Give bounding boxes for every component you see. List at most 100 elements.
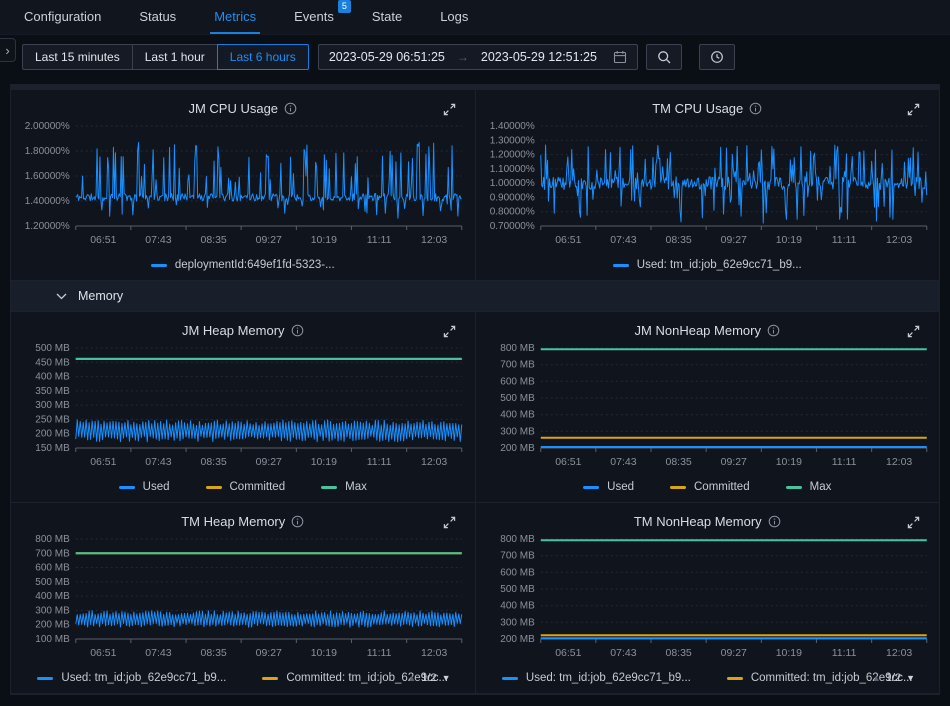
date-end-value: 2023-05-29 12:51:25 [481, 50, 597, 64]
svg-text:400 MB: 400 MB [35, 591, 70, 602]
chart-plot: 800 MB700 MB600 MB500 MB400 MB300 MB200 … [11, 531, 475, 665]
legend-item[interactable]: Max [321, 481, 367, 493]
svg-text:1.30000%: 1.30000% [489, 135, 534, 146]
svg-text:400 MB: 400 MB [500, 601, 535, 612]
svg-text:200 MB: 200 MB [500, 634, 535, 645]
svg-text:08:35: 08:35 [665, 234, 691, 246]
expand-chart-icon[interactable] [907, 516, 920, 529]
search-icon [657, 50, 671, 64]
svg-text:1.00000%: 1.00000% [489, 178, 534, 189]
legend-item[interactable]: deploymentId:649ef1fd-5323-... [151, 259, 335, 271]
events-count-badge: 5 [338, 0, 351, 13]
expand-chart-icon[interactable] [907, 325, 920, 338]
legend-marker-icon [502, 677, 518, 680]
svg-text:09:27: 09:27 [256, 647, 282, 659]
svg-text:08:35: 08:35 [201, 647, 227, 659]
range-button-last-1-hour[interactable]: Last 1 hour [132, 44, 218, 70]
memory-section-header[interactable]: Memory [11, 281, 939, 311]
tab-configuration[interactable]: Configuration [20, 0, 105, 34]
svg-text:06:51: 06:51 [90, 456, 116, 468]
svg-text:09:27: 09:27 [256, 234, 282, 246]
pager-down-icon[interactable]: ▼ [442, 673, 451, 683]
svg-text:1.80000%: 1.80000% [25, 146, 70, 157]
expand-chart-icon[interactable] [443, 325, 456, 338]
svg-text:450 MB: 450 MB [35, 357, 70, 368]
svg-text:200 MB: 200 MB [35, 620, 70, 631]
legend-item[interactable]: Max [786, 481, 832, 493]
svg-text:2.00000%: 2.00000% [25, 121, 70, 132]
legend-item[interactable]: Used [119, 481, 170, 493]
svg-text:07:43: 07:43 [610, 647, 636, 659]
legend-label: Used: tm_id:job_62e9cc71_b9... [526, 672, 691, 684]
range-button-label: Last 15 minutes [35, 50, 120, 64]
refresh-button[interactable] [699, 44, 735, 70]
tab-logs[interactable]: Logs [436, 0, 472, 34]
expand-chart-icon[interactable] [443, 103, 456, 116]
svg-text:300 MB: 300 MB [500, 617, 535, 628]
info-icon[interactable] [768, 515, 781, 528]
range-button-last-15-minutes[interactable]: Last 15 minutes [22, 44, 133, 70]
info-icon[interactable] [749, 102, 762, 115]
chart-title-row: TM Heap Memory [11, 511, 475, 531]
pager-up-icon[interactable]: ▲ [872, 673, 881, 683]
legend-item[interactable]: Committed [206, 481, 286, 493]
legend-label: deploymentId:649ef1fd-5323-... [175, 259, 335, 271]
chart-plot: 800 MB700 MB600 MB500 MB400 MB300 MB200 … [476, 340, 940, 474]
svg-text:12:03: 12:03 [886, 234, 912, 246]
svg-text:700 MB: 700 MB [500, 360, 535, 371]
info-icon[interactable] [291, 324, 304, 337]
tab-label: Metrics [214, 9, 256, 24]
legend-item[interactable]: Committed [670, 481, 750, 493]
chart-plot: 500 MB450 MB400 MB350 MB300 MB250 MB200 … [11, 340, 475, 474]
svg-text:700 MB: 700 MB [500, 551, 535, 562]
svg-text:09:27: 09:27 [720, 234, 746, 246]
info-icon[interactable] [767, 324, 780, 337]
tab-status[interactable]: Status [135, 0, 180, 34]
info-icon[interactable] [284, 102, 297, 115]
legend-marker-icon [670, 486, 686, 489]
time-range-group: Last 15 minutes Last 1 hourLast 6 hours [22, 44, 309, 70]
range-button-last-6-hours[interactable]: Last 6 hours [217, 44, 309, 70]
svg-text:500 MB: 500 MB [500, 393, 535, 404]
memory-section-label: Memory [78, 289, 123, 303]
history-clock-icon [710, 50, 724, 64]
expand-chart-icon[interactable] [443, 516, 456, 529]
chart-title: TM NonHeap Memory [634, 514, 762, 529]
legend-item[interactable]: Used [583, 481, 634, 493]
svg-text:09:27: 09:27 [720, 647, 746, 659]
legend-label: Used [143, 481, 170, 493]
pager-down-icon[interactable]: ▼ [906, 673, 915, 683]
svg-text:09:27: 09:27 [720, 456, 746, 468]
pager-up-icon[interactable]: ▲ [407, 673, 416, 683]
tab-state[interactable]: State [368, 0, 406, 34]
tab-label: State [372, 9, 402, 24]
expand-chart-icon[interactable] [907, 103, 920, 116]
svg-text:06:51: 06:51 [90, 234, 116, 246]
legend-item[interactable]: Used: tm_id:job_62e9cc71_b9... [502, 672, 691, 684]
search-button[interactable] [646, 44, 682, 70]
date-range-picker[interactable]: 2023-05-29 06:51:25 → 2023-05-29 12:51:2… [318, 44, 638, 70]
tab-label: Configuration [24, 9, 101, 24]
chevron-down-icon [56, 293, 67, 300]
svg-text:12:03: 12:03 [421, 234, 447, 246]
tab-metrics[interactable]: Metrics [210, 0, 260, 34]
arrow-right-icon: → [457, 50, 469, 64]
legend-label: Max [345, 481, 367, 493]
legend-item[interactable]: Used: tm_id:job_62e9cc71_b9... [37, 672, 226, 684]
legend-marker-icon [151, 264, 167, 267]
svg-text:06:51: 06:51 [90, 647, 116, 659]
svg-text:10:19: 10:19 [311, 234, 337, 246]
charts-panel-container: JM CPU Usage2.00000%1.80000%1.60000%1.40… [10, 84, 940, 695]
tm-heap-memory-panel: TM Heap Memory800 MB700 MB600 MB500 MB40… [11, 503, 475, 693]
sidebar-collapse-handle[interactable]: › [0, 38, 16, 62]
svg-text:1.20000%: 1.20000% [489, 150, 534, 161]
svg-text:500 MB: 500 MB [35, 343, 70, 354]
legend-marker-icon [583, 486, 599, 489]
legend-item[interactable]: Used: tm_id:job_62e9cc71_b9... [613, 259, 802, 271]
chart-plot: 1.40000%1.30000%1.20000%1.10000%1.00000%… [476, 118, 940, 252]
svg-text:10:19: 10:19 [311, 456, 337, 468]
svg-text:300 MB: 300 MB [35, 605, 70, 616]
tab-events[interactable]: Events5 [290, 0, 338, 34]
chart-title-row: JM CPU Usage [11, 98, 475, 118]
info-icon[interactable] [291, 515, 304, 528]
